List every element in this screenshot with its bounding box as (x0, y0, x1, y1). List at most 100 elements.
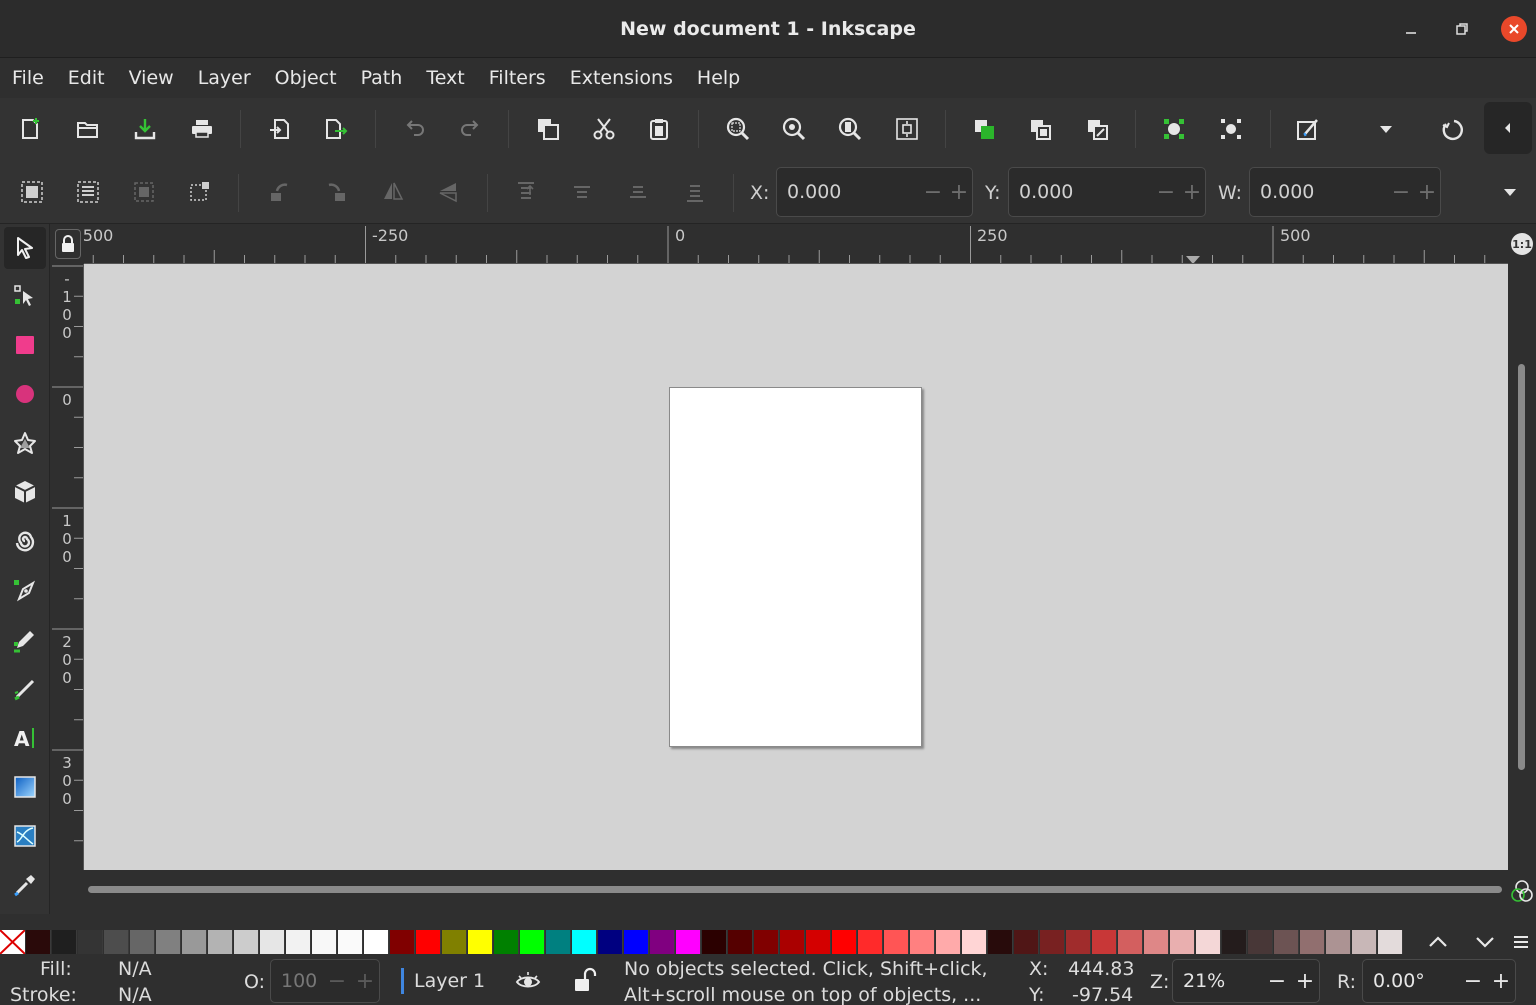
color-swatch[interactable] (1352, 930, 1377, 954)
color-swatch[interactable] (1248, 930, 1273, 954)
color-swatch[interactable] (468, 930, 493, 954)
color-swatch[interactable] (442, 930, 467, 954)
color-swatch[interactable] (208, 930, 233, 954)
flip-vertical-button[interactable] (431, 174, 467, 210)
y-value[interactable]: 0.000 (1009, 181, 1153, 203)
group-button[interactable] (1156, 111, 1192, 147)
zoom-page-button[interactable] (832, 111, 868, 147)
zoom-drawing-button[interactable] (776, 111, 812, 147)
color-swatch[interactable] (1300, 930, 1325, 954)
color-swatch[interactable] (884, 930, 909, 954)
rotate-decrement-button[interactable]: − (1459, 969, 1487, 994)
opacity-value[interactable]: 100 (271, 970, 323, 992)
guide-lock-button[interactable] (55, 229, 81, 259)
color-swatch[interactable] (832, 930, 857, 954)
vertical-scroll-thumb[interactable] (1518, 364, 1525, 770)
color-swatch[interactable] (546, 930, 571, 954)
color-swatch[interactable] (286, 930, 311, 954)
fill-value[interactable]: N/A (118, 958, 152, 980)
color-swatch[interactable] (650, 930, 675, 954)
horizontal-scroll-thumb[interactable] (88, 886, 1502, 893)
color-swatch[interactable] (182, 930, 207, 954)
color-swatch[interactable] (78, 930, 103, 954)
menu-help[interactable]: Help (685, 58, 752, 98)
menu-view[interactable]: View (117, 58, 186, 98)
color-swatch[interactable] (1274, 930, 1299, 954)
menu-object[interactable]: Object (263, 58, 349, 98)
drawing-canvas[interactable] (84, 264, 1508, 870)
deselect-button[interactable] (126, 174, 162, 210)
y-coordinate-field[interactable]: 0.000 − + (1008, 167, 1206, 217)
save-button[interactable] (127, 111, 163, 147)
redo-button[interactable] (453, 111, 489, 147)
rotate-ccw-button[interactable] (262, 174, 298, 210)
zoom-selection-button[interactable] (720, 111, 756, 147)
y-increment-button[interactable]: + (1179, 180, 1205, 205)
lower-button[interactable] (620, 174, 656, 210)
zoom-1to1-button[interactable]: 1:1 (1508, 224, 1536, 264)
color-swatch[interactable] (936, 930, 961, 954)
palette-scroll-up-button[interactable] (1420, 928, 1456, 956)
color-managed-view-toggle[interactable] (1508, 876, 1536, 908)
selector-tool[interactable] (4, 227, 46, 269)
color-swatch[interactable] (728, 930, 753, 954)
color-swatch[interactable] (130, 930, 155, 954)
gradient-tool[interactable] (4, 766, 46, 808)
color-swatch[interactable] (260, 930, 285, 954)
snap-controls-toggle[interactable] (1484, 102, 1532, 154)
zoom-value[interactable]: 21% (1173, 970, 1263, 992)
menu-text[interactable]: Text (414, 58, 476, 98)
copy-button[interactable] (530, 111, 566, 147)
color-swatch[interactable] (1196, 930, 1221, 954)
color-swatch[interactable] (390, 930, 415, 954)
opacity-field[interactable]: 100 − + (270, 959, 380, 1003)
x-decrement-button[interactable]: − (920, 180, 946, 205)
color-swatch[interactable] (312, 930, 337, 954)
print-button[interactable] (184, 111, 220, 147)
color-swatch[interactable] (572, 930, 597, 954)
w-decrement-button[interactable]: − (1388, 180, 1414, 205)
palette-menu-button[interactable] (1506, 928, 1536, 956)
palette-scroll-down-button[interactable] (1467, 928, 1503, 956)
menu-path[interactable]: Path (349, 58, 415, 98)
layer-lock-toggle[interactable] (572, 967, 598, 995)
toolbar-overflow-dropdown[interactable] (1368, 111, 1404, 147)
raise-button[interactable] (564, 174, 600, 210)
document-page[interactable] (669, 387, 922, 747)
zoom-field[interactable]: 21% − + (1172, 959, 1320, 1003)
color-swatch[interactable] (104, 930, 129, 954)
color-swatch[interactable] (910, 930, 935, 954)
duplicate-button[interactable] (966, 111, 1002, 147)
color-swatch[interactable] (1326, 930, 1351, 954)
import-button[interactable] (262, 111, 298, 147)
color-swatch[interactable] (754, 930, 779, 954)
zoom-out-button[interactable]: − (1263, 969, 1291, 994)
clone-button[interactable] (1022, 111, 1058, 147)
rotation-field[interactable]: 0.00° − + (1362, 959, 1516, 1003)
unlink-clone-button[interactable] (1079, 111, 1115, 147)
color-swatch[interactable] (156, 930, 181, 954)
export-button[interactable] (318, 111, 354, 147)
text-tool[interactable]: A (4, 717, 46, 759)
spiral-tool[interactable] (4, 520, 46, 562)
y-decrement-button[interactable]: − (1153, 180, 1179, 205)
horizontal-scrollbar[interactable] (84, 870, 1508, 910)
select-all-button[interactable] (14, 174, 50, 210)
calligraphy-tool[interactable] (4, 668, 46, 710)
color-swatch[interactable] (858, 930, 883, 954)
color-swatch[interactable] (780, 930, 805, 954)
restore-button[interactable] (1449, 16, 1475, 42)
rotate-increment-button[interactable]: + (1487, 969, 1515, 994)
rectangle-tool[interactable] (4, 324, 46, 366)
color-swatch[interactable] (598, 930, 623, 954)
zoom-in-button[interactable]: + (1291, 969, 1319, 994)
pen-bezier-tool[interactable] (4, 570, 46, 612)
w-increment-button[interactable]: + (1414, 180, 1440, 205)
select-all-layers-button[interactable] (70, 174, 106, 210)
fill-stroke-button[interactable] (1290, 111, 1326, 147)
color-swatch[interactable] (1040, 930, 1065, 954)
color-swatch[interactable] (1378, 930, 1403, 954)
raise-to-top-button[interactable] (508, 174, 544, 210)
lower-to-bottom-button[interactable] (677, 174, 713, 210)
mesh-tool[interactable] (4, 815, 46, 857)
